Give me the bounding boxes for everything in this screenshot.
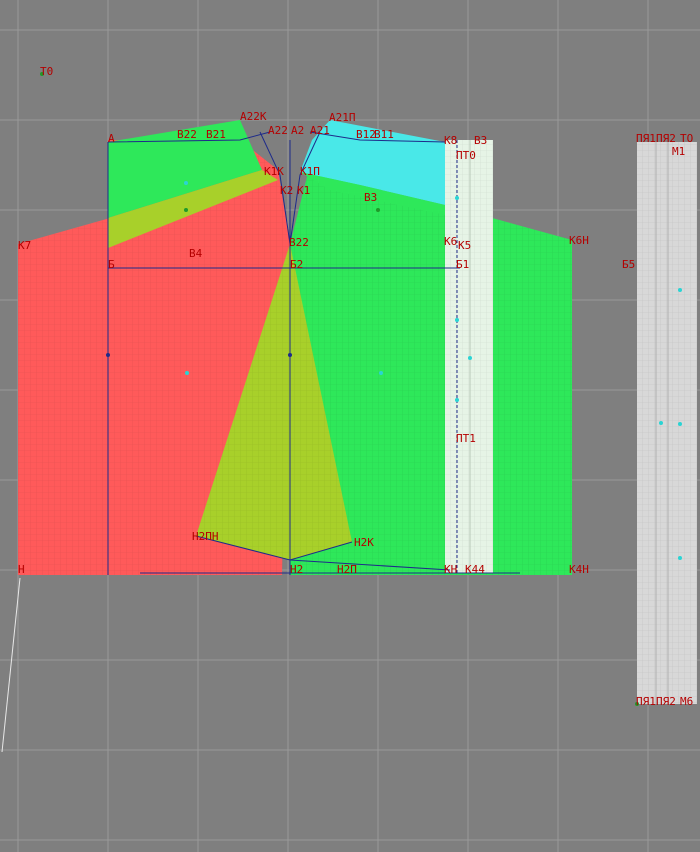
label-K1K: K1K	[264, 165, 284, 178]
label-M1: M1	[672, 145, 685, 158]
label-B3: B3	[364, 191, 377, 204]
label-KH: KH	[444, 563, 457, 576]
label-K2: K2	[280, 184, 293, 197]
label-A: A	[108, 132, 115, 145]
label-PYA2b: ПЯ2	[656, 695, 676, 708]
label-PYA1: ПЯ1	[636, 132, 656, 145]
label-K5: K5	[458, 239, 471, 252]
label-H2P: H2П	[337, 563, 357, 576]
label-A21P: A21П	[329, 111, 356, 124]
label-TO: ТО	[680, 132, 693, 145]
label-K6: K6	[444, 235, 457, 248]
label-B3a: B3	[474, 134, 487, 147]
label-H2K: H2K	[354, 536, 374, 549]
label-B5: Б5	[622, 258, 635, 271]
label-B1: Б1	[456, 258, 469, 271]
label-K8: K8	[444, 134, 457, 147]
label-K6H: K6H	[569, 234, 589, 247]
label-K44: K44	[465, 563, 485, 576]
label-T0: T0	[40, 65, 53, 78]
label-H: H	[18, 563, 25, 576]
label-PT0: ПТ0	[456, 149, 476, 162]
label-B: Б	[108, 258, 115, 271]
label-PT1: ПТ1	[456, 432, 476, 445]
label-A2: A2	[291, 124, 304, 137]
label-K4H: K4H	[569, 563, 589, 576]
label-B2: Б2	[290, 258, 303, 271]
label-M6: M6	[680, 695, 693, 708]
pattern-canvas[interactable]: T0 A В22 В21 A22K A22 A2 A21 A21П В12 В1…	[0, 0, 700, 852]
label-A21: A21	[310, 124, 330, 137]
sleeve-strip[interactable]	[637, 142, 697, 704]
label-K1P: K1П	[300, 165, 320, 178]
label-B12: В12	[356, 128, 376, 141]
label-PYA1b: ПЯ1	[636, 695, 656, 708]
label-A22: A22	[268, 124, 288, 137]
label-A22K: A22K	[240, 110, 267, 123]
label-B21: В21	[206, 128, 226, 141]
label-H2: H2	[290, 563, 303, 576]
label-K7: K7	[18, 239, 31, 252]
label-PYA2: ПЯ2	[656, 132, 676, 145]
label-H2PH: H2ПH	[192, 530, 219, 543]
label-B4: B4	[189, 247, 203, 260]
label-B22: В22	[177, 128, 197, 141]
label-K1: K1	[297, 184, 310, 197]
label-B11: В11	[374, 128, 394, 141]
label-B22b: B22	[289, 236, 309, 249]
